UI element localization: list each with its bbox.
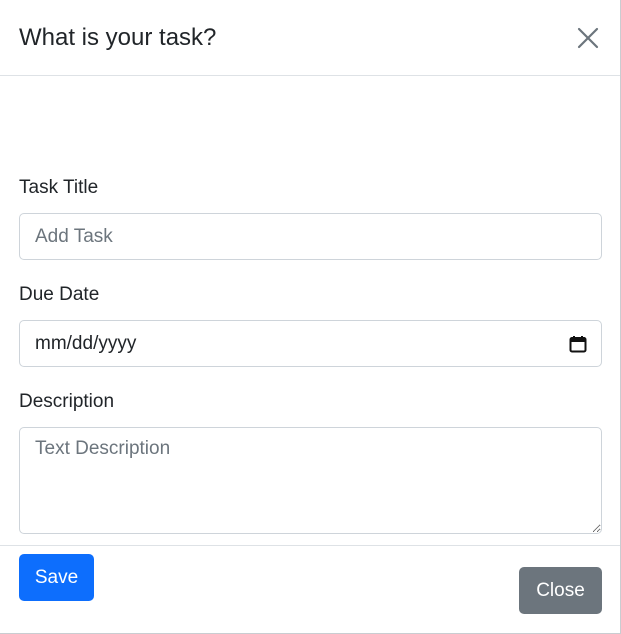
due-date-value: mm/dd/yyyy: [35, 332, 137, 354]
description-wrapper: [19, 427, 602, 534]
modal-body: Task Title Due Date mm/dd/yyyy Descripti…: [0, 76, 620, 601]
calendar-icon[interactable]: [568, 334, 588, 354]
modal-header: What is your task?: [0, 0, 620, 76]
task-title-input[interactable]: [19, 213, 602, 260]
task-title-label: Task Title: [19, 177, 99, 198]
description-label: Description: [19, 391, 115, 412]
description-textarea[interactable]: [19, 427, 602, 534]
task-modal: What is your task? Task Title Due Date m…: [0, 0, 621, 634]
dismiss-button[interactable]: [574, 24, 602, 52]
close-icon: [577, 27, 599, 48]
modal-footer: Close: [0, 545, 620, 633]
due-date-input[interactable]: mm/dd/yyyy: [19, 320, 602, 367]
modal-title: What is your task?: [19, 23, 217, 51]
due-date-label: Due Date: [19, 284, 100, 305]
close-button[interactable]: Close: [519, 567, 602, 614]
